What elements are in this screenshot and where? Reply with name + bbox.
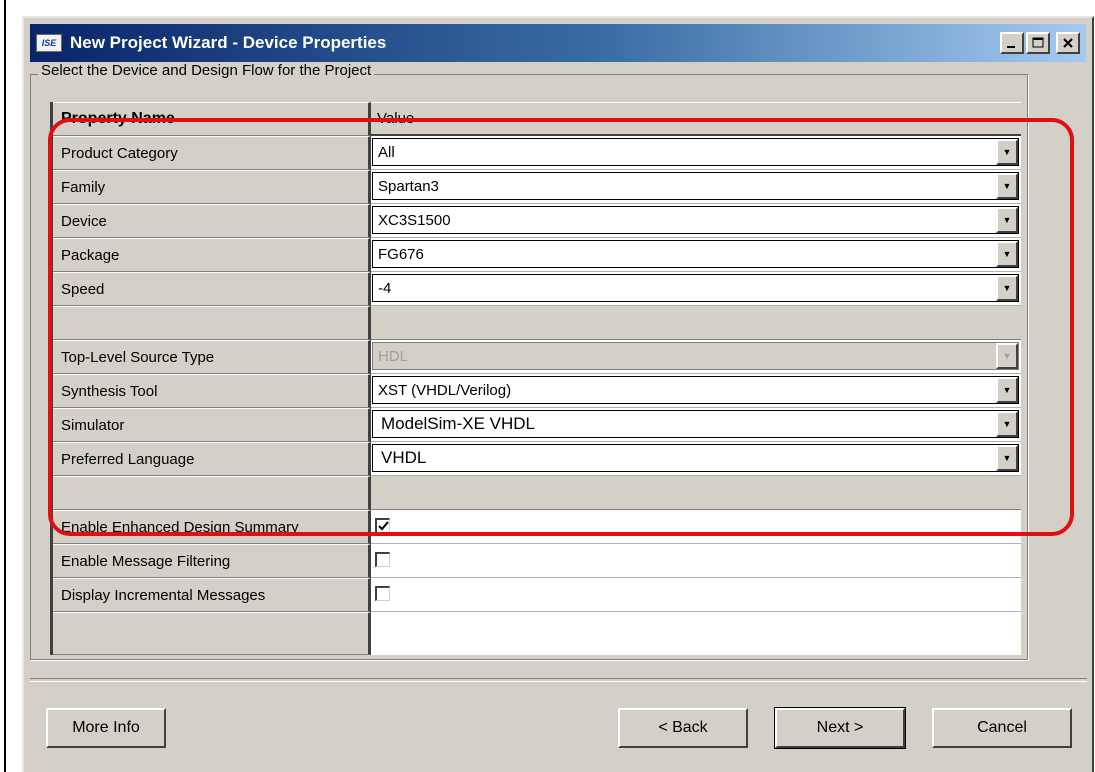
row-simulator: Simulator ModelSim-XE VHDL ▼ [53, 408, 1021, 442]
speed-dropdown[interactable]: -4 ▼ [372, 274, 1019, 302]
next-button[interactable]: Next > [774, 707, 906, 749]
value-cell: XST (VHDL/Verilog) ▼ [371, 374, 1021, 408]
group-label: Select the Device and Design Flow for th… [38, 62, 375, 79]
checkmark-icon [377, 520, 389, 530]
row-top-level-source-type: Top-Level Source Type HDL ▼ [53, 340, 1021, 374]
cancel-button[interactable]: Cancel [932, 708, 1072, 748]
minimize-icon [1007, 46, 1015, 48]
dropdown-value: Spartan3 [378, 177, 439, 195]
empty-value [371, 306, 1021, 340]
dropdown-value: XC3S1500 [378, 211, 451, 229]
row-message-filtering: Enable Message Filtering [53, 544, 1021, 578]
app-icon: ISE [36, 34, 62, 52]
row-package: Package FG676 ▼ [53, 238, 1021, 272]
property-label: Preferred Language [53, 442, 371, 476]
empty-label [53, 612, 371, 655]
chevron-down-icon[interactable]: ▼ [996, 411, 1018, 437]
property-label: Enable Message Filtering [53, 544, 371, 578]
chevron-down-icon[interactable]: ▼ [996, 173, 1018, 199]
value-cell [371, 544, 1021, 578]
row-family: Family Spartan3 ▼ [53, 170, 1021, 204]
row-product-category: Product Category All ▼ [53, 136, 1021, 170]
empty-value [371, 612, 1021, 655]
grid-header: Property Name Value [53, 102, 1021, 136]
property-label: Family [53, 170, 371, 204]
row-trailing-blank [53, 612, 1021, 655]
property-label: Display Incremental Messages [53, 578, 371, 612]
property-label: Package [53, 238, 371, 272]
value-cell: Spartan3 ▼ [371, 170, 1021, 204]
empty-value [371, 476, 1021, 510]
minimize-button[interactable] [1000, 32, 1024, 54]
dropdown-value: HDL [378, 347, 409, 365]
value-cell: ModelSim-XE VHDL ▼ [371, 408, 1021, 442]
row-incremental-messages: Display Incremental Messages [53, 578, 1021, 612]
source-type-dropdown: HDL ▼ [372, 342, 1019, 370]
value-cell: All ▼ [371, 136, 1021, 170]
button-separator [30, 678, 1087, 682]
more-info-button[interactable]: More Info [46, 708, 166, 748]
property-label: Top-Level Source Type [53, 340, 371, 374]
value-cell: XC3S1500 ▼ [371, 204, 1021, 238]
value-cell [371, 578, 1021, 612]
package-dropdown[interactable]: FG676 ▼ [372, 240, 1019, 268]
preferred-language-dropdown[interactable]: VHDL ▼ [372, 444, 1019, 472]
chevron-down-icon[interactable]: ▼ [996, 139, 1018, 165]
dropdown-value: ModelSim-XE VHDL [381, 414, 535, 433]
dropdown-value: XST (VHDL/Verilog) [378, 381, 512, 399]
device-dropdown[interactable]: XC3S1500 ▼ [372, 206, 1019, 234]
chevron-down-icon[interactable]: ▼ [996, 241, 1018, 267]
value-cell: -4 ▼ [371, 272, 1021, 306]
close-icon [1063, 38, 1073, 48]
properties-grid: Property Name Value Product Category All… [50, 102, 1021, 655]
property-label: Speed [53, 272, 371, 306]
incremental-messages-checkbox[interactable] [375, 586, 390, 601]
enhanced-design-summary-checkbox[interactable] [375, 518, 390, 533]
message-filtering-checkbox[interactable] [375, 552, 390, 567]
chevron-down-icon: ▼ [996, 343, 1018, 369]
row-spacer [53, 476, 1021, 510]
family-dropdown[interactable]: Spartan3 ▼ [372, 172, 1019, 200]
close-button[interactable] [1056, 32, 1080, 54]
row-synthesis-tool: Synthesis Tool XST (VHDL/Verilog) ▼ [53, 374, 1021, 408]
chevron-down-icon[interactable]: ▼ [996, 377, 1018, 403]
row-speed: Speed -4 ▼ [53, 272, 1021, 306]
property-label: Enable Enhanced Design Summary [53, 510, 371, 544]
row-device: Device XC3S1500 ▼ [53, 204, 1021, 238]
back-button[interactable]: < Back [618, 708, 748, 748]
window-title: New Project Wizard - Device Properties [70, 33, 387, 52]
window-controls [1000, 32, 1080, 54]
value-cell: HDL ▼ [371, 340, 1021, 374]
dropdown-value: VHDL [381, 448, 427, 467]
value-cell: VHDL ▼ [371, 442, 1021, 476]
header-value: Value [371, 102, 1021, 136]
dropdown-value: All [378, 143, 395, 161]
chevron-down-icon[interactable]: ▼ [996, 207, 1018, 233]
dropdown-value: FG676 [378, 245, 424, 263]
synthesis-tool-dropdown[interactable]: XST (VHDL/Verilog) ▼ [372, 376, 1019, 404]
simulator-dropdown[interactable]: ModelSim-XE VHDL ▼ [372, 410, 1019, 438]
maximize-button[interactable] [1026, 32, 1050, 54]
row-preferred-language: Preferred Language VHDL ▼ [53, 442, 1021, 476]
property-label: Device [53, 204, 371, 238]
dropdown-value: -4 [378, 279, 392, 297]
frame-left-edge [4, 0, 6, 772]
chevron-down-icon[interactable]: ▼ [996, 275, 1018, 301]
value-cell: FG676 ▼ [371, 238, 1021, 272]
property-label: Simulator [53, 408, 371, 442]
property-label: Product Category [53, 136, 371, 170]
row-spacer [53, 306, 1021, 340]
empty-label [53, 306, 371, 340]
maximize-icon [1032, 37, 1044, 48]
value-cell [371, 510, 1021, 544]
row-enhanced-design-summary: Enable Enhanced Design Summary [53, 510, 1021, 544]
property-label: Synthesis Tool [53, 374, 371, 408]
chevron-down-icon[interactable]: ▼ [996, 445, 1018, 471]
empty-label [53, 476, 371, 510]
title-bar[interactable]: ISE New Project Wizard - Device Properti… [30, 24, 1086, 62]
product-category-dropdown[interactable]: All ▼ [372, 138, 1019, 166]
header-property-name: Property Name [53, 102, 371, 136]
